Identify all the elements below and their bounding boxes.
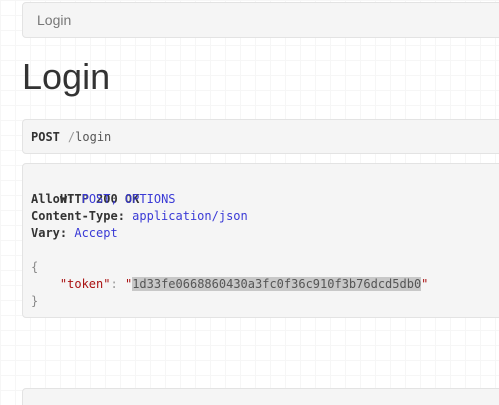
response-info: HTTP 200 OK Allow: POST, OPTIONS Content… bbox=[22, 163, 499, 318]
json-key-token: "token" bbox=[59, 277, 111, 291]
header-value: Accept bbox=[74, 226, 118, 240]
breadcrumb-item-login: Login bbox=[37, 12, 72, 28]
response-header-vary: Vary: Accept bbox=[31, 225, 499, 242]
header-value: POST, OPTIONS bbox=[81, 192, 176, 206]
header-value: application/json bbox=[132, 209, 248, 223]
form-panel bbox=[22, 388, 499, 405]
json-open-brace: { bbox=[31, 260, 39, 274]
request-path: login bbox=[75, 129, 112, 144]
breadcrumb: Login bbox=[22, 2, 499, 38]
response-header-content-type: Content-Type: application/json bbox=[31, 208, 499, 225]
header-key: Allow: bbox=[31, 192, 75, 206]
json-close-brace: } bbox=[31, 294, 39, 308]
request-method: POST bbox=[31, 129, 60, 144]
response-header-allow: Allow: POST, OPTIONS bbox=[31, 191, 499, 208]
json-quote-close: " bbox=[421, 277, 429, 291]
token-value[interactable]: 1d33fe0668860430a3fc0f36c910f3b76dcd5db0 bbox=[132, 277, 422, 291]
header-key: Vary: bbox=[31, 226, 68, 240]
header-key: Content-Type: bbox=[31, 209, 125, 223]
page-title: Login bbox=[22, 56, 111, 97]
request-info: POST /login bbox=[22, 119, 499, 154]
json-colon: : bbox=[110, 277, 118, 291]
